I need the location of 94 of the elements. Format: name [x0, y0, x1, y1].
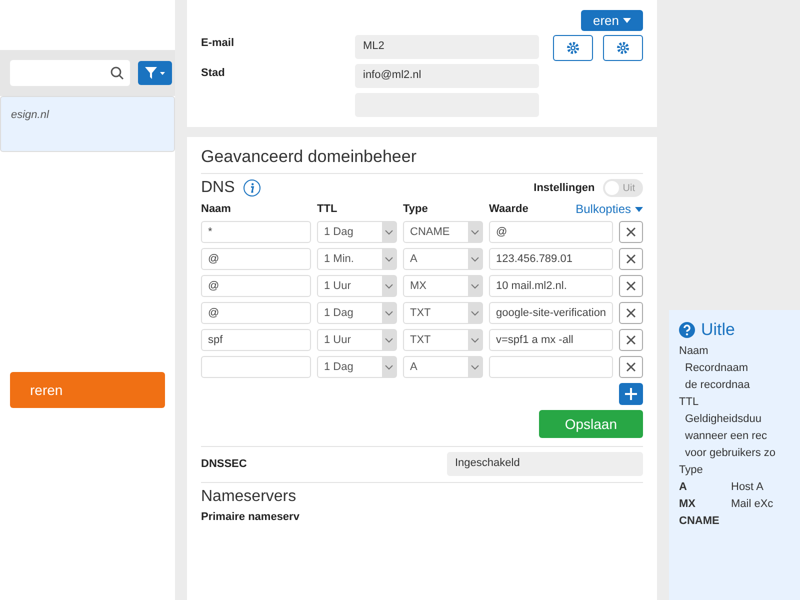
value-input[interactable]: @ [489, 221, 613, 243]
add-button[interactable] [619, 383, 643, 405]
name-input[interactable]: @ [201, 275, 311, 297]
type-select[interactable]: CNAME [403, 221, 483, 243]
chevron-down-icon [471, 256, 479, 262]
chevron-down-icon [385, 284, 393, 288]
ttl-select[interactable]: 1 Dag [317, 356, 397, 378]
dropdown-button[interactable]: eren [580, 10, 643, 31]
chevron-down-icon [385, 338, 393, 342]
help-text: Mail eXc [731, 498, 774, 510]
value-input[interactable]: 123.456.789.01 [489, 248, 613, 270]
value-input[interactable]: 10 mail.ml2.nl. [489, 275, 613, 297]
column-header: TTL [317, 203, 338, 215]
value-input[interactable]: google-site-verification [489, 302, 613, 324]
delete-button[interactable] [619, 221, 643, 243]
domain-list-item[interactable]: esign.nl [0, 96, 175, 152]
chevron-down-icon [471, 310, 479, 316]
settings-button[interactable] [553, 35, 593, 61]
info-icon[interactable] [242, 179, 261, 197]
help-term: Type [679, 464, 704, 476]
chevron-down-icon [385, 256, 393, 262]
settings-label: Instellingen [534, 182, 595, 194]
column-header: Type [403, 203, 429, 215]
close-icon [626, 254, 636, 264]
plus-icon [625, 388, 637, 400]
delete-button[interactable] [619, 302, 643, 324]
record-type: A [679, 481, 688, 493]
delete-button[interactable] [619, 248, 643, 270]
help-text: Host A [731, 481, 764, 493]
caret-icon [635, 206, 643, 212]
name-input[interactable]: spf [201, 329, 311, 351]
filter-button[interactable] [138, 61, 172, 85]
search-icon [110, 66, 124, 80]
dns-title: DNS [201, 179, 235, 197]
name-input[interactable]: @ [201, 248, 311, 270]
help-icon [679, 322, 695, 338]
close-icon [626, 335, 636, 345]
help-text: voor gebruikers zo [684, 447, 776, 459]
record-type: CNAME [679, 515, 719, 527]
help-text: wanneer een rec [684, 430, 768, 442]
chevron-down-icon [471, 284, 479, 288]
close-icon [626, 362, 636, 372]
chevron-down-icon [385, 230, 393, 234]
ttl-select[interactable]: 1 Min. [317, 248, 397, 270]
ttl-select[interactable]: 1 Dag [317, 221, 397, 243]
help-text: Recordnaam [684, 362, 749, 374]
caret-icon [623, 18, 631, 23]
column-header: Naam [201, 203, 232, 215]
ttl-select[interactable]: 1 Dag [317, 302, 397, 324]
search-field[interactable] [10, 60, 130, 86]
section-title: Geavanceerd domeinbeheer [201, 147, 416, 166]
readonly-field: ML2 [355, 35, 539, 59]
readonly-field: info@ml2.nl [355, 64, 539, 88]
dnssec-label: DNSSEC [201, 458, 247, 470]
help-term: Naam [679, 345, 710, 357]
column-header: Waarde [489, 203, 530, 215]
close-icon [626, 281, 636, 291]
delete-button[interactable] [619, 356, 643, 378]
field-label: E-mail [201, 37, 236, 49]
ttl-select[interactable]: 1 Uur [317, 329, 397, 351]
close-icon [626, 227, 636, 237]
name-input[interactable]: * [201, 221, 311, 243]
bulk-actions-link[interactable]: Bulkopties [576, 202, 643, 216]
name-input[interactable]: @ [201, 302, 311, 324]
value-input[interactable] [489, 356, 613, 378]
delete-button[interactable] [619, 275, 643, 297]
help-text: Geldigheidsduu [684, 413, 762, 425]
gear-icon [616, 41, 630, 55]
close-icon [626, 308, 636, 318]
chevron-down-icon [385, 364, 393, 370]
record-type: MX [679, 498, 696, 510]
chevron-down-icon [471, 230, 479, 234]
type-select[interactable]: MX [403, 275, 483, 297]
settings-button[interactable] [603, 35, 643, 61]
delete-button[interactable] [619, 329, 643, 351]
dnssec-field: Ingeschakeld [447, 452, 643, 476]
filter-icon [144, 66, 166, 80]
name-input[interactable] [201, 356, 311, 378]
help-term: TTL [679, 396, 700, 408]
help-text: de recordnaa [684, 379, 751, 391]
help-title: Uitle [701, 320, 736, 340]
field-label: Primaire nameserv [201, 511, 300, 523]
field-label: Stad [201, 67, 226, 79]
ttl-select[interactable]: 1 Uur [317, 275, 397, 297]
nameservers-title: Nameservers [201, 488, 298, 506]
type-select[interactable]: A [403, 356, 483, 378]
chevron-down-icon [471, 364, 479, 370]
type-select[interactable]: TXT [403, 302, 483, 324]
type-select[interactable]: TXT [403, 329, 483, 351]
gear-icon [566, 41, 580, 55]
chevron-down-icon [385, 310, 393, 316]
value-input[interactable]: v=spf1 a mx -all [489, 329, 613, 351]
type-select[interactable]: A [403, 248, 483, 270]
chevron-down-icon [471, 338, 479, 342]
